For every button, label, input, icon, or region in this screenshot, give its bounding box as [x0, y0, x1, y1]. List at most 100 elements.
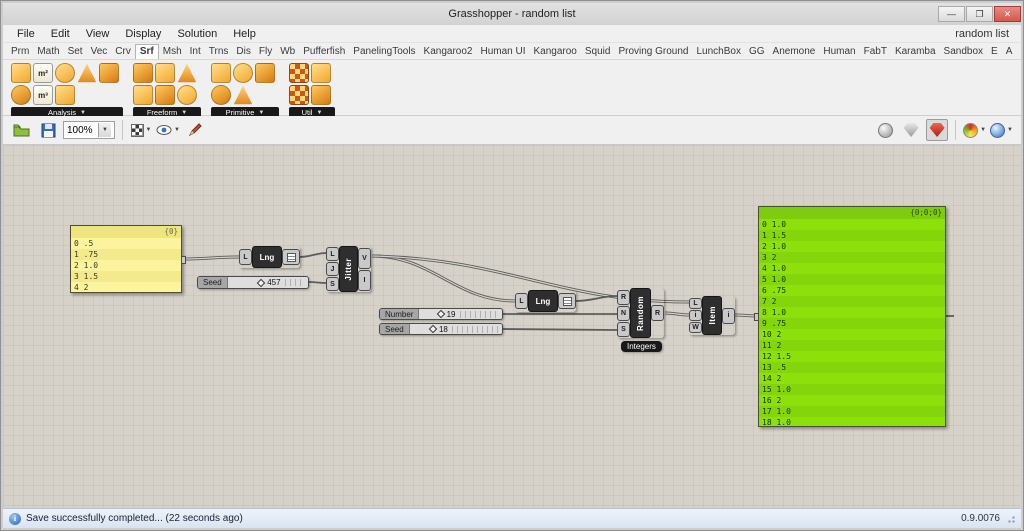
tab-wb[interactable]: Wb [276, 45, 299, 59]
tab-math[interactable]: Math [33, 45, 63, 59]
menu-help[interactable]: Help [225, 27, 264, 41]
extrude-icon[interactable] [155, 63, 175, 83]
tab-dis[interactable]: Dis [232, 45, 254, 59]
param-input-L[interactable]: L [239, 249, 252, 265]
volume-icon[interactable]: m³ [33, 85, 53, 105]
resize-grip-icon[interactable] [1006, 514, 1015, 523]
list-item-component[interactable]: L i W Item i [689, 296, 735, 335]
box-icon[interactable] [255, 63, 275, 83]
param-input-L[interactable]: L [326, 247, 339, 261]
tab-trns[interactable]: Trns [205, 45, 233, 59]
tab-vec[interactable]: Vec [87, 45, 112, 59]
tab-panelingtools[interactable]: PanelingTools [349, 45, 419, 59]
wire[interactable] [299, 252, 327, 258]
document-preview-settings-button[interactable]: ▼ [990, 119, 1013, 141]
menu-edit[interactable]: Edit [43, 27, 78, 41]
param-input-L[interactable]: L [515, 293, 528, 309]
preview-shaded-button[interactable] [926, 119, 949, 141]
evaluate-surface-icon[interactable] [77, 63, 97, 83]
jitter-component[interactable]: L J S Jitter V I [326, 246, 371, 292]
sweep1-icon[interactable] [177, 63, 197, 83]
preview-quality-button[interactable]: ▼ [963, 119, 986, 141]
wire[interactable] [575, 295, 618, 302]
tab-human-ui[interactable]: Human UI [476, 45, 529, 59]
panel-output-grip[interactable] [181, 256, 186, 264]
slider-track[interactable]: 19 [419, 309, 502, 319]
param-output-V[interactable]: V [358, 247, 371, 269]
minimize-button[interactable]: — [938, 6, 965, 22]
slider-track[interactable]: 18 [409, 324, 502, 334]
menu-display[interactable]: Display [117, 27, 169, 41]
slider-handle[interactable] [256, 278, 266, 287]
tab-gg[interactable]: GG [745, 45, 769, 59]
area-icon[interactable]: m² [33, 63, 53, 83]
cone-icon[interactable] [233, 85, 253, 105]
wire[interactable] [502, 328, 618, 331]
open-file-button[interactable] [11, 119, 33, 141]
maximize-button[interactable]: ❐ [966, 6, 993, 22]
tab-set[interactable]: Set [64, 45, 87, 59]
slider-track[interactable]: 457 [227, 277, 308, 288]
param-input-J[interactable]: J [326, 262, 339, 276]
tab-e[interactable]: E [987, 45, 1002, 59]
random-component[interactable]: R N S Random R [617, 288, 664, 338]
param-input-L[interactable]: L [689, 298, 702, 309]
list-length-component[interactable]: L Lng [239, 246, 300, 268]
tab-squid[interactable]: Squid [581, 45, 615, 59]
slider-handle[interactable] [428, 324, 438, 334]
isotrim-icon[interactable] [289, 85, 309, 105]
tab-int[interactable]: Int [186, 45, 205, 59]
tab-fabt[interactable]: FabT [860, 45, 891, 59]
dimensions-icon[interactable] [55, 85, 75, 105]
preview-off-button[interactable] [874, 119, 896, 141]
preview-wireframe-button[interactable] [900, 119, 922, 141]
menu-file[interactable]: File [9, 27, 43, 41]
cap-holes-icon[interactable] [311, 85, 331, 105]
divide-surface-icon[interactable] [289, 63, 309, 83]
navigate-canvas-button[interactable]: ▼ [130, 119, 152, 141]
tab-karamba[interactable]: Karamba [891, 45, 940, 59]
param-input-N[interactable]: N [617, 305, 630, 321]
slider-handle[interactable] [436, 309, 445, 319]
panel-input-grip[interactable] [754, 313, 759, 321]
tab-crv[interactable]: Crv [111, 45, 135, 59]
plane-surface-icon[interactable] [211, 63, 231, 83]
network-surface-icon[interactable] [155, 85, 175, 105]
loft-icon[interactable] [133, 63, 153, 83]
tab-a[interactable]: A [1002, 45, 1017, 59]
tab-proving-ground[interactable]: Proving Ground [614, 45, 692, 59]
revolve-icon[interactable] [133, 85, 153, 105]
param-output-length[interactable] [282, 249, 300, 265]
chevron-down-icon[interactable]: ▼ [98, 123, 111, 137]
tab-srf[interactable]: Srf [134, 44, 159, 59]
param-input-S[interactable]: S [326, 277, 339, 291]
param-output-R[interactable]: R [651, 305, 664, 321]
wire[interactable] [308, 281, 327, 284]
param-output-i[interactable]: i [722, 307, 735, 324]
brep-edges-icon[interactable] [99, 63, 119, 83]
point-in-brep-icon[interactable] [11, 85, 31, 105]
param-input-i[interactable]: i [689, 310, 702, 321]
offset-surface-icon[interactable] [311, 63, 331, 83]
param-input-W[interactable]: W [689, 322, 702, 333]
tab-human[interactable]: Human [819, 45, 859, 59]
tab-fly[interactable]: Fly [255, 45, 276, 59]
tab-sandbox[interactable]: Sandbox [940, 45, 987, 59]
close-button[interactable]: ✕ [994, 6, 1021, 22]
tab-f[interactable]: F [1016, 45, 1021, 59]
sphere-icon[interactable] [211, 85, 231, 105]
tab-prm[interactable]: Prm [7, 45, 33, 59]
param-output-I[interactable]: I [358, 269, 371, 291]
tab-pufferfish[interactable]: Pufferfish [299, 45, 349, 59]
seed-slider-2[interactable]: Seed 18 [379, 323, 503, 335]
osculating-circles-icon[interactable] [55, 63, 75, 83]
tab-anemone[interactable]: Anemone [769, 45, 820, 59]
pipe-icon[interactable] [177, 85, 197, 105]
tab-lunchbox[interactable]: LunchBox [693, 45, 745, 59]
output-panel[interactable]: {0;0;0} 0 1.0 1 1.5 2 1.0 3 2 4 1.0 5 1.… [754, 206, 946, 427]
seed-slider[interactable]: Seed 457 [197, 276, 309, 289]
preview-mode-button[interactable]: ▼ [156, 119, 180, 141]
param-output-length[interactable] [558, 293, 576, 309]
sketch-tool-button[interactable] [184, 119, 206, 141]
input-panel[interactable]: {0} 0 .5 1 .75 2 1.0 3 1.5 4 2 [70, 225, 186, 293]
